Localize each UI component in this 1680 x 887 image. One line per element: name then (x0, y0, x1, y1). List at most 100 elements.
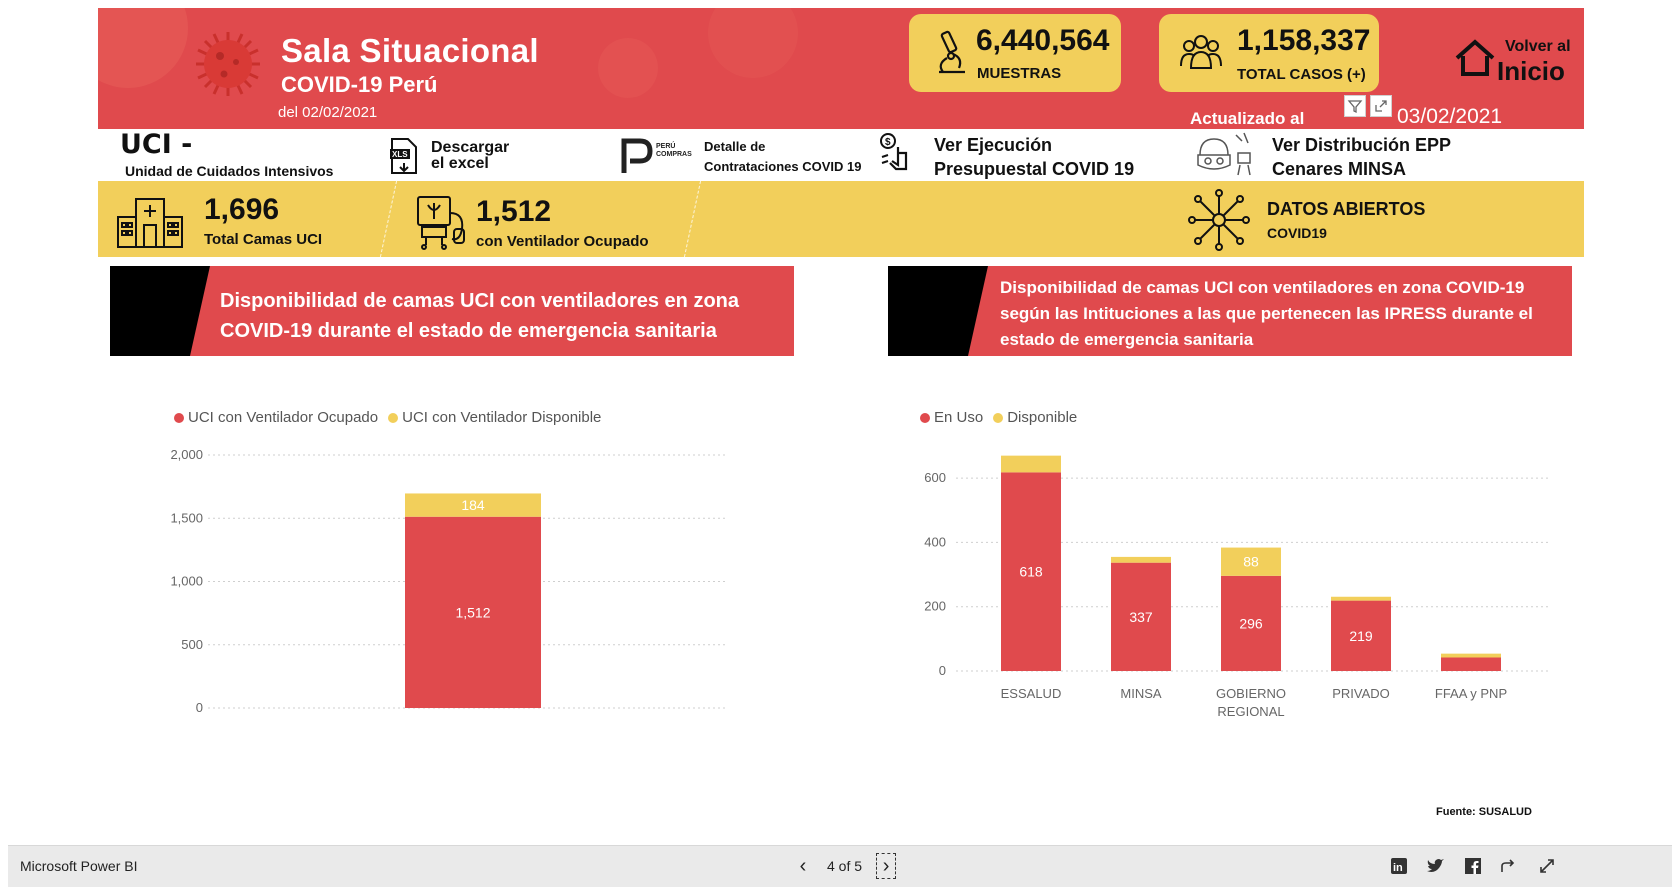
compras-label-1: Detalle de (704, 139, 766, 154)
report-date: del 02/02/2021 (278, 104, 378, 121)
report-page: Sala Situacional COVID-19 Perú del 02/02… (98, 8, 1584, 843)
bar-segment (1441, 657, 1501, 671)
casos-value: 1,158,337 (1237, 24, 1371, 57)
microscope-icon (939, 30, 965, 74)
x-tick-label-line: PRIVADO (1332, 686, 1390, 701)
facebook-icon (1465, 858, 1481, 874)
muestras-value: 6,440,564 (976, 24, 1110, 57)
links-row: UCI - Unidad de Cuidados Intensivos XLS … (98, 129, 1584, 181)
next-page-button[interactable]: › (876, 853, 897, 879)
ventilador-value: 1,512 (476, 195, 552, 228)
casos-label: TOTAL CASOS (+) (1237, 66, 1366, 83)
x-tick-label: ESSALUD (1001, 686, 1062, 701)
ppe-equipment-icon (1197, 132, 1251, 176)
legend-label-disponible: Disponible (1007, 409, 1078, 426)
x-tick-label: FFAA y PNP (1435, 686, 1507, 701)
virus-decoration (598, 38, 658, 98)
svg-text:in: in (1393, 862, 1403, 874)
updated-label: Actualizado al (1190, 109, 1305, 128)
expand-icon (1375, 100, 1387, 112)
open-data-link[interactable]: DATOS ABIERTOS COVID19 (1188, 189, 1428, 251)
epp-link[interactable]: Ver Distribución EPP Cenares MINSA (1194, 131, 1484, 179)
muestras-label: MUESTRAS (977, 65, 1062, 82)
y-tick-label: 1,000 (170, 574, 203, 589)
x-tick-label: PRIVADO (1332, 686, 1390, 701)
hospital-icon (117, 198, 183, 248)
network-node-icon (1188, 189, 1250, 251)
powerbi-viewer: { "header": { "title": "Sala Situacional… (0, 0, 1680, 887)
section-accent (110, 266, 210, 356)
home-button[interactable]: Volver al Inicio (1453, 28, 1573, 88)
report-title: Sala Situacional (281, 32, 539, 69)
hand-click-money-icon: $ (880, 133, 908, 171)
virus-decoration (98, 8, 188, 88)
bar-segment (1001, 455, 1061, 473)
home-label-top: Volver al (1505, 38, 1571, 55)
open-data-label-1: DATOS ABIERTOS (1267, 199, 1426, 219)
people-group-icon (1180, 35, 1222, 69)
y-tick-label: 0 (196, 700, 203, 715)
fullscreen-button[interactable] (1536, 855, 1558, 877)
legend-dot-disponible (388, 412, 399, 423)
y-tick-label: 0 (939, 663, 946, 678)
x-tick-label-line: FFAA y PNP (1435, 686, 1507, 701)
legend-dot-en-uso (920, 412, 930, 423)
focus-mode-button[interactable] (1370, 95, 1392, 117)
data-label: 88 (1243, 554, 1259, 570)
y-tick-label: 1,500 (170, 510, 203, 525)
left-section-header: Disponibilidad de camas UCI con ventilad… (110, 266, 794, 356)
bar-segment (1331, 596, 1391, 601)
x-tick-label-line: REGIONAL (1217, 704, 1284, 719)
right-bar-chart[interactable]: 0 200 400 600 618 ESSALUD 337 MINSA 296 88 GOBIERN… (888, 428, 1578, 768)
data-label: 337 (1129, 609, 1153, 625)
epp-label-1: Ver Distribución EPP (1272, 135, 1452, 155)
peru-compras-logo-text-2: COMPRAS (656, 151, 692, 158)
filter-button[interactable] (1344, 95, 1366, 117)
page-indicator: 4 of 5 (827, 858, 863, 874)
svg-text:XLS: XLS (392, 150, 408, 159)
page-navigator: ‹ 4 of 5 › (793, 851, 897, 881)
prev-page-button[interactable]: ‹ (793, 853, 813, 879)
y-tick-label: 200 (924, 599, 946, 614)
budget-link[interactable]: $ Ver Ejecución Presupuestal COVID 19 (878, 131, 1148, 179)
legend-label-disponible: UCI con Ventilador Disponible (402, 409, 602, 426)
uci-kpi-band: 1,696 Total Camas UCI 1,512 con Ventilad… (98, 181, 1584, 257)
updated-date: 03/02/2021 (1397, 105, 1503, 128)
data-label: 1,512 (455, 604, 490, 620)
right-section-header: Disponibilidad de camas UCI con ventilad… (888, 266, 1572, 356)
peru-compras-logo-text-1: PERÚ (656, 143, 676, 150)
uci-title: UCI - (120, 129, 193, 160)
excel-file-icon: XLS (390, 138, 417, 174)
right-section-title: Disponibilidad de camas UCI con ventilad… (1000, 278, 1533, 349)
twitter-share-button[interactable] (1424, 855, 1446, 877)
share-button[interactable] (1498, 855, 1520, 877)
budget-label-1: Ver Ejecución (934, 135, 1053, 155)
data-label: 296 (1239, 615, 1263, 631)
y-tick-label: 500 (181, 637, 203, 652)
filter-icon (1347, 100, 1363, 114)
x-tick-label: GOBIERNO REGIONAL (1216, 686, 1286, 719)
bar-segment (1441, 653, 1501, 658)
kpi-muestras-card: 6,440,564 MUESTRAS (909, 14, 1121, 92)
home-label-main: Inicio (1497, 56, 1565, 86)
left-bar-chart[interactable]: 0 500 1,000 1,500 2,000 1,512 184 (98, 428, 798, 768)
data-label: 219 (1349, 628, 1373, 644)
legend-dot-ocupado (174, 412, 184, 423)
download-excel-link[interactable]: XLS Descargar el excel (388, 137, 528, 177)
peru-compras-link[interactable]: PERÚ COMPRAS Detalle de Contrataciones C… (618, 135, 878, 179)
band-divider (683, 181, 702, 257)
header-banner: Sala Situacional COVID-19 Perú del 02/02… (98, 8, 1584, 129)
section-accent (888, 266, 988, 356)
x-tick-label: MINSA (1120, 686, 1162, 701)
linkedin-share-button[interactable]: in (1388, 855, 1410, 877)
report-subtitle: COVID-19 Perú (281, 72, 438, 97)
facebook-share-button[interactable] (1462, 855, 1484, 877)
bar-segment (1111, 556, 1171, 563)
download-excel-label-2: el excel (431, 155, 489, 172)
x-tick-label-line: MINSA (1120, 686, 1162, 701)
house-icon (1455, 39, 1495, 76)
x-tick-label-line: ESSALUD (1001, 686, 1062, 701)
legend-dot-disponible (993, 412, 1004, 423)
y-tick-label: 2,000 (170, 447, 203, 462)
open-data-label-2: COVID19 (1267, 225, 1327, 241)
